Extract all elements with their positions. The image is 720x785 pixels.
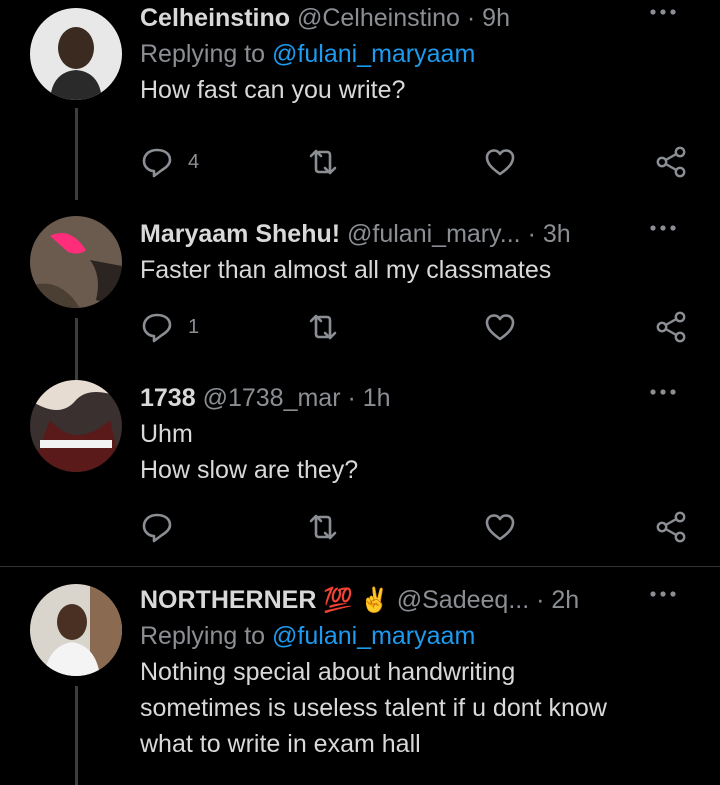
tweet-1738[interactable]: 1738 @1738_mar · 1h Uhm How slow are the… (0, 380, 720, 565)
separator-dot: · (347, 384, 356, 412)
timestamp[interactable]: 1h (363, 384, 391, 412)
share-icon (656, 146, 686, 178)
avatar[interactable] (30, 584, 122, 676)
separator-dot: · (527, 220, 536, 248)
replying-prefix: Replying to (140, 40, 273, 68)
share-icon (656, 311, 686, 343)
name-emojis: 💯 ✌ (323, 587, 390, 614)
tweet-header: Maryaam Shehu! @fulani_mary... · 3h (140, 216, 710, 252)
user-handle[interactable]: @fulani_mary... (347, 220, 521, 248)
reply-icon (142, 148, 172, 178)
tweet-northerner[interactable]: NORTHERNER 💯 ✌ @Sadeeq... · 2h Replying … (0, 580, 720, 785)
share-button[interactable] (654, 307, 688, 347)
tweet-text: Uhm How slow are they? (140, 416, 710, 488)
tweet-header: NORTHERNER 💯 ✌ @Sadeeq... · 2h (140, 582, 710, 618)
avatar[interactable] (30, 380, 122, 472)
user-handle[interactable]: @Celheinstino (297, 4, 460, 32)
reply-count: 4 (188, 150, 200, 173)
more-icon[interactable] (646, 2, 680, 22)
replying-prefix: Replying to (140, 622, 273, 650)
action-bar: 1 (140, 307, 700, 347)
reply-icon (142, 313, 172, 343)
thread-line (75, 108, 78, 200)
retweet-button[interactable] (306, 507, 340, 547)
replying-to: Replying to @fulani_maryaam (140, 618, 710, 654)
tweet-line: How fast can you write? (140, 76, 406, 104)
reply-button[interactable] (140, 507, 188, 547)
reply-button[interactable]: 4 (140, 142, 199, 182)
tweet-line: what to write in exam hall (140, 730, 421, 758)
replying-to: Replying to @fulani_maryaam (140, 36, 710, 72)
tweet-line: Nothing special about handwriting (140, 658, 516, 686)
divider (0, 566, 720, 567)
replying-to-link[interactable]: @fulani_maryaam (272, 622, 475, 650)
tweet-line: How slow are they? (140, 456, 359, 484)
retweet-button[interactable] (306, 307, 340, 347)
like-icon (485, 149, 515, 176)
reply-button[interactable]: 1 (140, 307, 199, 347)
reply-count: 1 (188, 315, 200, 338)
avatar[interactable] (30, 8, 122, 100)
tweet-text: Nothing special about handwriting someti… (140, 654, 710, 762)
timestamp[interactable]: 2h (551, 586, 579, 614)
more-icon[interactable] (646, 218, 680, 238)
separator-dot: · (536, 586, 545, 614)
separator-dot: · (466, 4, 476, 32)
action-bar: 4 (140, 142, 700, 182)
tweet-celheinstino[interactable]: Celheinstino @Celheinstino · 9h Replying… (0, 0, 720, 210)
user-handle[interactable]: @1738_mar (203, 384, 341, 412)
thread-line (75, 318, 78, 380)
avatar[interactable] (30, 216, 122, 308)
retweet-icon (309, 149, 337, 175)
timestamp[interactable]: 3h (543, 220, 571, 248)
display-name[interactable]: Maryaam Shehu! (140, 220, 340, 248)
retweet-button[interactable] (306, 142, 340, 182)
action-bar (140, 507, 700, 547)
user-handle[interactable]: @Sadeeq... (397, 586, 529, 614)
timestamp[interactable]: 9h (482, 4, 510, 32)
retweet-icon (309, 514, 337, 540)
more-icon[interactable] (646, 382, 680, 402)
more-icon[interactable] (646, 584, 680, 604)
like-icon (485, 314, 515, 341)
display-name[interactable]: 1738 (140, 384, 196, 412)
thread-line (75, 686, 78, 785)
share-button[interactable] (654, 507, 688, 547)
share-icon (656, 511, 686, 543)
tweet-line: Uhm (140, 420, 193, 448)
replying-to-link[interactable]: @fulani_maryaam (272, 40, 475, 68)
like-button[interactable] (483, 142, 517, 182)
tweet-line: sometimes is useless talent if u dont kn… (140, 694, 607, 722)
tweet-text: How fast can you write? (140, 72, 710, 108)
retweet-icon (309, 314, 337, 340)
reply-icon (142, 513, 172, 543)
like-button[interactable] (483, 507, 517, 547)
tweet-line: Faster than almost all my classmates (140, 256, 552, 284)
tweet-text: Faster than almost all my classmates (140, 252, 710, 288)
tweet-header: 1738 @1738_mar · 1h (140, 380, 710, 416)
tweet-maryaam-shehu[interactable]: Maryaam Shehu! @fulani_mary... · 3h Fast… (0, 210, 720, 380)
tweet-header: Celheinstino @Celheinstino · 9h (140, 0, 710, 36)
share-button[interactable] (654, 142, 688, 182)
like-icon (485, 514, 515, 541)
display-name[interactable]: Celheinstino (140, 4, 290, 32)
like-button[interactable] (483, 307, 517, 347)
display-name[interactable]: NORTHERNER (140, 586, 316, 614)
